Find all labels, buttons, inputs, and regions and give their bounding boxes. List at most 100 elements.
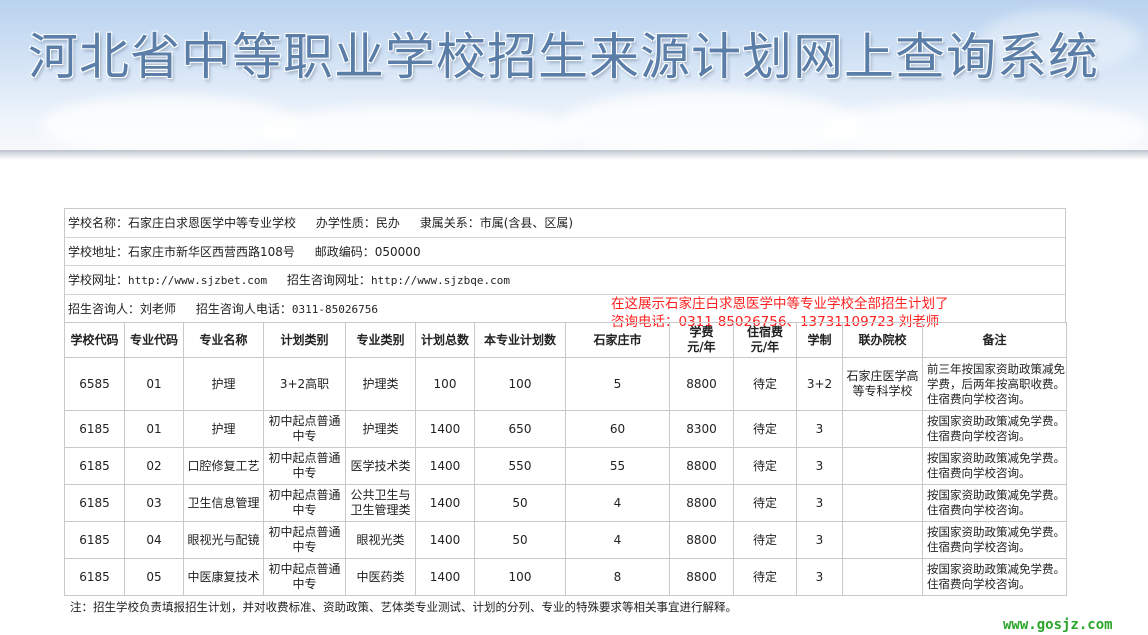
header-col-remarks: 备注 [922,322,1067,358]
consult-website-field: 招生咨询网址：http://www.sjzbqe.com [286,273,511,287]
cell-major-plan: 50 [474,521,566,559]
header-banner: 河北省中等职业学校招生来源计划网上查询系统 [0,0,1148,152]
school-info-panel: 学校名称：石家庄白求恩医学中等专业学校 办学性质：民办 隶属关系：市属(含县、区… [64,208,1066,330]
cell-major-code: 03 [124,484,184,522]
cell-major-plan: 550 [474,447,566,485]
cell-remarks: 按国家资助政策减免学费。住宿费向学校咨询。 [922,410,1067,448]
header-col-major-category: 专业类别 [345,322,416,358]
cell-plan-total: 1400 [415,521,475,559]
cell-plan-type: 初中起点普通中专 [263,447,346,485]
cell-shijiazhuang: 5 [565,357,670,411]
cell-partner-school [842,521,923,559]
notice-line-1: 在这展示石家庄白求恩医学中等专业学校全部招生计划了 [611,295,949,312]
enrollment-plan-table: 学校代码 专业代码 专业名称 计划类别 专业类别 计划总数 本专业计划数 石家庄市 学费 元/年住… [64,322,1067,596]
cell-plan-type: 初中起点普通中专 [263,410,346,448]
header-col-tuition: 学费 元/年 [669,322,734,358]
cell-major-plan: 50 [474,484,566,522]
cell-partner-school [842,447,923,485]
school-website-link[interactable]: http://www.sjzbet.com [128,274,267,287]
cell-school-code: 6185 [64,484,125,522]
cell-plan-type: 3+2高职 [263,357,346,411]
cell-major-category: 中医药类 [345,558,416,596]
cell-accommodation: 待定 [733,484,797,522]
cell-tuition: 8800 [669,558,734,596]
cell-school-code: 6185 [64,410,125,448]
cell-accommodation: 待定 [733,447,797,485]
cell-major-category: 公共卫生与卫生管理类 [345,484,416,522]
footnote: 注：招生学校负责填报招生计划，并对收费标准、资助政策、艺体类专业测试、计划的分列… [70,600,737,614]
cell-duration: 3+2 [796,357,843,411]
cell-plan-type: 初中起点普通中专 [263,558,346,596]
header-col-plan-type: 计划类别 [263,322,346,358]
cell-shijiazhuang: 8 [565,558,670,596]
cell-plan-total: 1400 [415,558,475,596]
cell-major-category: 医学技术类 [345,447,416,485]
header-col-major-code: 专业代码 [124,322,184,358]
site-watermark: www.gosjz.com [1003,617,1113,633]
info-row-websites: 学校网址：http://www.sjzbet.com 招生咨询网址：http:/… [65,266,1065,295]
cell-major-name: 护理 [183,410,264,448]
cell-partner-school [842,484,923,522]
school-name: 石家庄白求恩医学中等专业学校 [128,216,297,230]
cell-partner-school: 石家庄医学高等专科学校 [842,357,923,411]
cell-major-code: 02 [124,447,184,485]
cell-duration: 3 [796,521,843,559]
cell-major-name: 护理 [183,357,264,411]
school-name-field: 学校名称：石家庄白求恩医学中等专业学校 [68,216,297,230]
cell-partner-school [842,410,923,448]
cell-major-name: 口腔修复工艺 [183,447,264,485]
cell-school-code: 6185 [64,558,125,596]
cell-major-name: 中医康复技术 [183,558,264,596]
cell-accommodation: 待定 [733,357,797,411]
table-row: 6185 03 卫生信息管理 初中起点普通中专 公共卫生与卫生管理类 1400 50 4 880… [64,484,1067,522]
cell-plan-type: 初中起点普通中专 [263,484,346,522]
cell-major-plan: 100 [474,558,566,596]
cell-tuition: 8800 [669,484,734,522]
cell-major-code: 04 [124,521,184,559]
school-address: 石家庄市新华区西营西路108号 [128,244,295,259]
contact-field: 招生咨询人：刘老师 [68,301,177,316]
header-col-duration: 学制 [796,322,843,358]
school-nature: 民办 [375,216,400,230]
info-row-address: 学校地址：石家庄市新华区西营西路108号 邮政编码：050000 [65,238,1065,266]
info-row-contact: 招生咨询人：刘老师 招生咨询人电话：0311-85026756 在这展示石家庄白… [65,295,1065,330]
table-row: 6585 01 护理 3+2高职 护理类 100 100 5 8800 待定 3+2 石家庄医学高等专… [64,357,1067,411]
cell-major-name: 卫生信息管理 [183,484,264,522]
cell-major-plan: 650 [474,410,566,448]
header-col-plan-total: 计划总数 [415,322,475,358]
cell-major-code: 01 [124,410,184,448]
header-col-major-name: 专业名称 [183,322,264,358]
school-address-field: 学校地址：石家庄市新华区西营西路108号 [68,244,295,259]
cell-remarks: 按国家资助政策减免学费。住宿费向学校咨询。 [922,558,1067,596]
cell-tuition: 8300 [669,410,734,448]
contact-phone: 0311-85026756 [291,302,378,316]
cell-duration: 3 [796,558,843,596]
header-col-shijiazhuang: 石家庄市 [565,322,670,358]
table-row: 6185 05 中医康复技术 初中起点普通中专 中医药类 1400 100 8 8800 待定 3 按… [64,558,1067,596]
table-body: 6585 01 护理 3+2高职 护理类 100 100 5 8800 待定 3+2 石家庄医学高等专… [64,357,1067,596]
banner-shadow [0,150,1148,160]
cell-school-code: 6185 [64,447,125,485]
cell-shijiazhuang: 4 [565,521,670,559]
header-col-partner-school: 联办院校 [842,322,923,358]
school-affiliation-field: 隶属关系：市属(含县、区属) [419,216,574,230]
cell-accommodation: 待定 [733,558,797,596]
school-affiliation: 市属(含县、区属) [479,216,574,230]
cell-major-code: 01 [124,357,184,411]
cell-duration: 3 [796,410,843,448]
cell-major-name: 眼视光与配镜 [183,521,264,559]
school-postcode-field: 邮政编码：050000 [314,244,421,259]
contact-name: 刘老师 [140,301,177,316]
consult-website-link[interactable]: http://www.sjzbqe.com [371,274,510,287]
school-nature-field: 办学性质：民办 [315,216,400,230]
info-row-name: 学校名称：石家庄白求恩医学中等专业学校 办学性质：民办 隶属关系：市属(含县、区… [65,209,1065,238]
cell-remarks: 按国家资助政策减免学费。住宿费向学校咨询。 [922,484,1067,522]
cell-major-plan: 100 [474,357,566,411]
cell-school-code: 6185 [64,521,125,559]
table-header-row: 学校代码 专业代码 专业名称 计划类别 专业类别 计划总数 本专业计划数 石家庄市 学费 元/年住… [64,322,1067,358]
table-row: 6185 01 护理 初中起点普通中专 护理类 1400 650 60 8300 待定 3 按国家资助… [64,410,1067,448]
cell-major-category: 护理类 [345,410,416,448]
cell-school-code: 6585 [64,357,125,411]
cell-remarks: 按国家资助政策减免学费。住宿费向学校咨询。 [922,447,1067,485]
header-col-major-plan: 本专业计划数 [474,322,566,358]
